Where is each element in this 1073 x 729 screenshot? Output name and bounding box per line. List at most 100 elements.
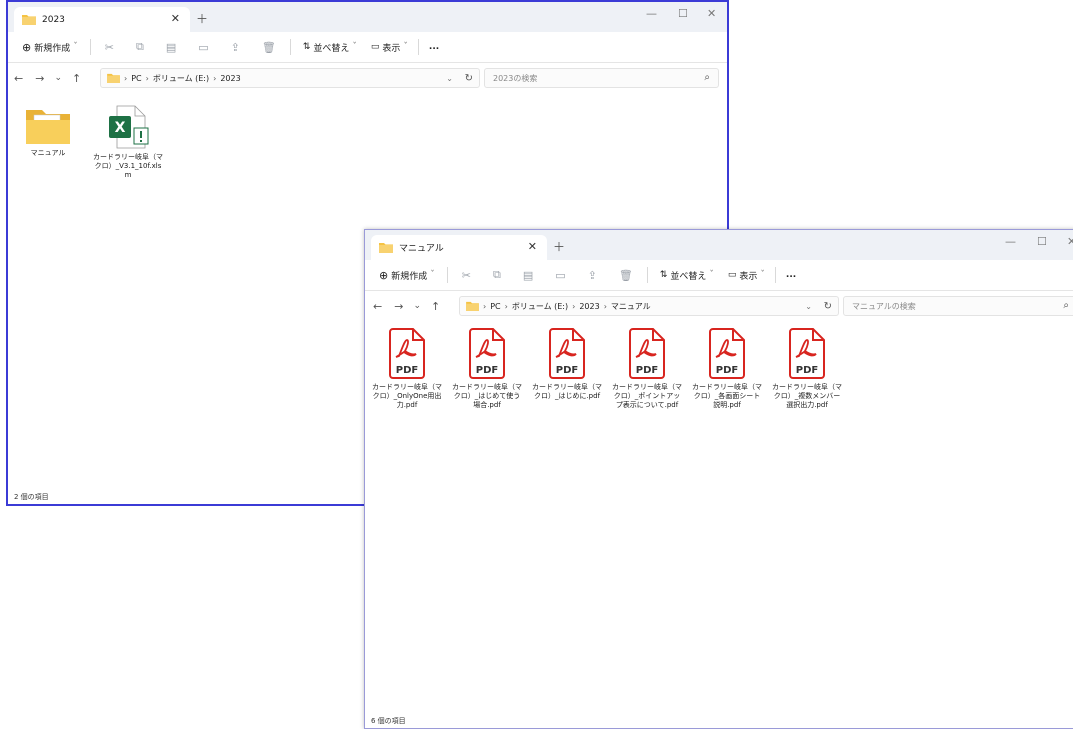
search-placeholder: 2023の検索: [493, 73, 538, 83]
address-row: ← → ⌄ ↑ › PC › ボリューム (E:) › 2023 › マニュアル…: [365, 292, 1073, 320]
tab-manual[interactable]: マニュアル ✕: [371, 235, 547, 260]
more-button[interactable]: ...: [786, 270, 796, 280]
address-dropdown-icon[interactable]: ⌄: [805, 302, 812, 311]
back-icon[interactable]: ←: [14, 72, 23, 85]
delete-icon[interactable]: 🗑: [262, 41, 276, 54]
pdf-file-icon: PDF: [469, 328, 505, 379]
view-button[interactable]: ▭ 表示 ˇ: [371, 41, 408, 54]
divider: [774, 267, 776, 283]
forward-icon[interactable]: →: [394, 300, 403, 313]
status-bar: 2 個の項目: [14, 493, 49, 501]
close-window-icon[interactable]: ✕: [707, 7, 716, 20]
breadcrumb-2023[interactable]: 2023: [220, 74, 240, 83]
search-box[interactable]: マニュアルの検索 ⌕: [843, 296, 1073, 316]
maximize-icon[interactable]: ☐: [1037, 235, 1047, 248]
folder-icon: [466, 301, 479, 311]
recent-chevron-icon[interactable]: ⌄: [413, 301, 421, 311]
search-icon[interactable]: ⌕: [704, 72, 710, 83]
item-label: カードラリー岐阜（マクロ）_複数メンバー選択出力.pdf: [772, 383, 842, 409]
pdf-file-icon: PDF: [549, 328, 585, 379]
explorer-window-manual: マニュアル ✕ ＋ — ☐ ✕ ⊕ 新規作成 ˇ ✂ ⧉ ▤ ▭ ⇪ 🗑 ⇅ 並…: [364, 229, 1073, 729]
divider: [646, 267, 648, 283]
breadcrumb-pc[interactable]: PC: [490, 302, 500, 311]
tab-title: 2023: [42, 14, 65, 25]
cut-icon[interactable]: ✂: [105, 41, 114, 54]
item-label: カードラリー岐阜（マクロ）_はじめに.pdf: [532, 383, 602, 400]
folder-item-manual[interactable]: マニュアル: [12, 106, 84, 158]
chevron-down-icon: ˇ: [760, 270, 765, 280]
sort-button[interactable]: ⇅ 並べ替え ˇ: [660, 269, 714, 282]
search-icon[interactable]: ⌕: [1063, 300, 1069, 311]
divider: [89, 39, 91, 55]
copy-icon[interactable]: ⧉: [136, 40, 144, 54]
close-window-icon[interactable]: ✕: [1067, 235, 1073, 248]
refresh-icon[interactable]: ↻: [465, 73, 473, 84]
breadcrumb-pc[interactable]: PC: [131, 74, 141, 83]
address-row: ← → ⌄ ↑ › PC › ボリューム (E:) › 2023 ⌄ ↻ 202…: [8, 64, 727, 92]
delete-icon[interactable]: 🗑: [619, 269, 633, 282]
svg-text:PDF: PDF: [476, 365, 498, 376]
folder-icon: [26, 110, 70, 144]
share-icon[interactable]: ⇪: [231, 41, 240, 54]
svg-text:PDF: PDF: [396, 365, 418, 376]
copy-icon[interactable]: ⧉: [493, 268, 501, 282]
cut-icon[interactable]: ✂: [462, 269, 471, 282]
minimize-icon[interactable]: —: [1005, 235, 1016, 248]
forward-icon[interactable]: →: [35, 72, 44, 85]
new-tab-button[interactable]: ＋: [553, 238, 565, 255]
title-bar: マニュアル ✕ ＋ — ☐ ✕: [365, 230, 1073, 260]
breadcrumb-volume[interactable]: ボリューム (E:): [153, 73, 209, 84]
rename-icon[interactable]: ▭: [555, 269, 565, 282]
new-tab-button[interactable]: ＋: [196, 10, 208, 27]
recent-chevron-icon[interactable]: ⌄: [54, 73, 62, 83]
svg-text:X: X: [115, 120, 126, 136]
paste-icon[interactable]: ▤: [523, 269, 533, 282]
pdf-item[interactable]: PDF カードラリー岐阜（マクロ）_OnlyOne用出力.pdf: [371, 328, 443, 410]
address-bar[interactable]: › PC › ボリューム (E:) › 2023 › マニュアル ⌄ ↻: [459, 296, 839, 316]
svg-text:PDF: PDF: [556, 365, 578, 376]
breadcrumb-volume[interactable]: ボリューム (E:): [512, 301, 568, 312]
plus-circle-icon: ⊕: [379, 268, 389, 282]
pdf-file-icon: PDF: [709, 328, 745, 379]
refresh-icon[interactable]: ↻: [824, 301, 832, 312]
maximize-icon[interactable]: ☐: [678, 7, 688, 20]
chevron-down-icon: ˇ: [352, 42, 357, 52]
item-label: カードラリー岐阜（マクロ）_各画面シート説明.pdf: [692, 383, 762, 409]
paste-icon[interactable]: ▤: [166, 41, 176, 54]
search-placeholder: マニュアルの検索: [852, 301, 916, 311]
up-arrow-icon[interactable]: ↑: [431, 300, 440, 313]
new-button[interactable]: ⊕ 新規作成 ˇ: [22, 41, 78, 54]
file-item-xlsm[interactable]: X カードラリー岐阜（マクロ）_V3.1_10f.xlsm: [92, 104, 164, 180]
pdf-item[interactable]: PDF カードラリー岐阜（マクロ）_はじめて使う場合.pdf: [451, 328, 523, 410]
share-icon[interactable]: ⇪: [588, 269, 597, 282]
address-bar[interactable]: › PC › ボリューム (E:) › 2023 ⌄ ↻: [100, 68, 480, 88]
pdf-item[interactable]: PDF カードラリー岐阜（マクロ）_はじめに.pdf: [531, 328, 603, 401]
plus-circle-icon: ⊕: [22, 40, 32, 54]
item-label: カードラリー岐阜（マクロ）_OnlyOne用出力.pdf: [372, 383, 442, 409]
more-button[interactable]: ...: [429, 42, 439, 52]
tab-2023[interactable]: 2023 ✕: [14, 7, 190, 32]
minimize-icon[interactable]: —: [646, 7, 657, 20]
pdf-item[interactable]: PDF カードラリー岐阜（マクロ）_ポイントアップ表示について.pdf: [611, 328, 683, 410]
folder-icon: [379, 243, 393, 253]
folder-icon: [22, 15, 36, 25]
command-bar: ⊕ 新規作成 ˇ ✂ ⧉ ▤ ▭ ⇪ 🗑 ⇅ 並べ替え ˇ ▭ 表示 ˇ ...: [365, 260, 1073, 291]
search-box[interactable]: 2023の検索 ⌕: [484, 68, 719, 88]
pdf-file-icon: PDF: [389, 328, 425, 379]
back-icon[interactable]: ←: [373, 300, 382, 313]
tab-title: マニュアル: [399, 244, 444, 254]
close-tab-icon[interactable]: ✕: [171, 12, 180, 25]
item-label: カードラリー岐阜（マクロ）_はじめて使う場合.pdf: [452, 383, 522, 409]
item-label: マニュアル: [30, 149, 66, 157]
view-button[interactable]: ▭ 表示 ˇ: [728, 269, 765, 282]
address-dropdown-icon[interactable]: ⌄: [446, 74, 453, 83]
sort-button[interactable]: ⇅ 並べ替え ˇ: [303, 41, 357, 54]
new-button[interactable]: ⊕ 新規作成 ˇ: [379, 269, 435, 282]
breadcrumb-manual[interactable]: マニュアル: [611, 301, 651, 312]
close-tab-icon[interactable]: ✕: [528, 240, 537, 253]
pdf-item[interactable]: PDF カードラリー岐阜（マクロ）_複数メンバー選択出力.pdf: [771, 328, 843, 410]
rename-icon[interactable]: ▭: [198, 41, 208, 54]
up-arrow-icon[interactable]: ↑: [72, 72, 81, 85]
breadcrumb-2023[interactable]: 2023: [579, 302, 599, 311]
pdf-item[interactable]: PDF カードラリー岐阜（マクロ）_各画面シート説明.pdf: [691, 328, 763, 410]
